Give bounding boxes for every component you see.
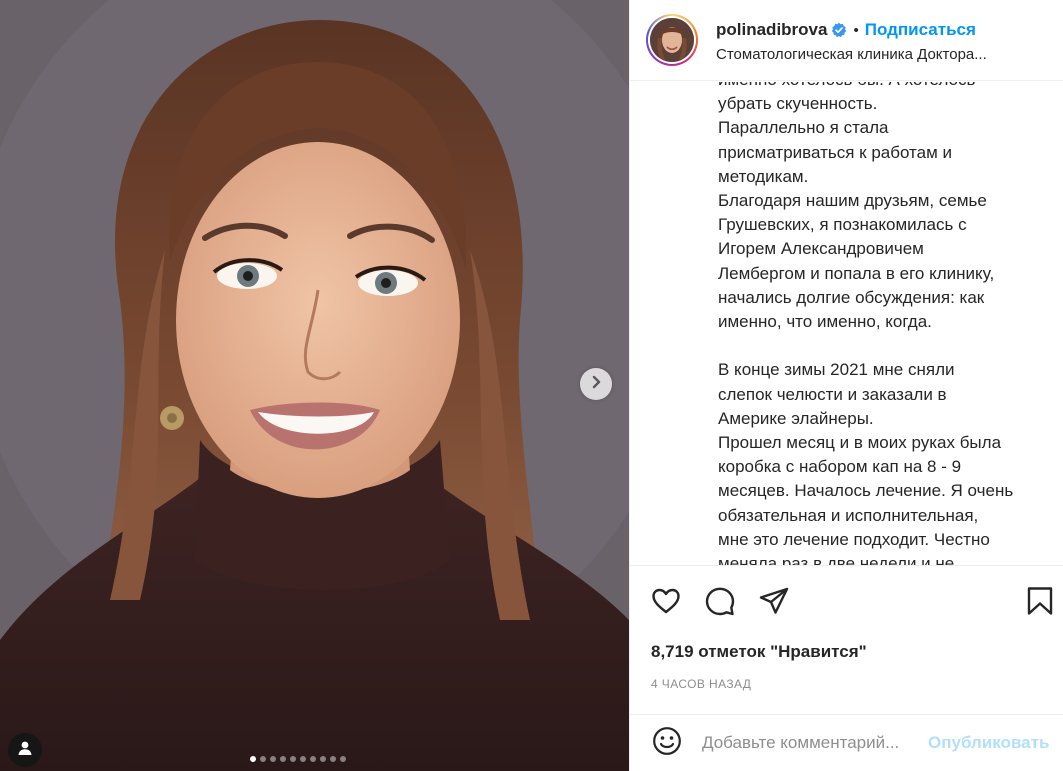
tagged-users-button[interactable] xyxy=(8,733,42,767)
carousel-dot xyxy=(320,756,326,762)
portrait-photo xyxy=(0,0,629,771)
username-link[interactable]: polinadibrova xyxy=(716,20,827,40)
post-header: polinadibrova • Подписаться Стоматологич… xyxy=(630,0,1063,81)
carousel-indicator xyxy=(250,756,346,762)
carousel-dot xyxy=(300,756,306,762)
post-timestamp[interactable]: 4 часов назад xyxy=(651,677,751,691)
carousel-dot xyxy=(270,756,276,762)
add-comment-bar: Опубликовать xyxy=(630,714,1063,771)
send-icon xyxy=(758,585,790,622)
avatar[interactable] xyxy=(646,14,698,66)
carousel-dot xyxy=(340,756,346,762)
publish-button[interactable]: Опубликовать xyxy=(928,733,1049,753)
emoji-button[interactable] xyxy=(650,726,684,760)
carousel-dot xyxy=(250,756,256,762)
comment-icon xyxy=(704,585,736,622)
comment-button[interactable] xyxy=(703,586,737,620)
separator-bullet: • xyxy=(853,21,859,39)
bookmark-icon xyxy=(1025,585,1055,622)
likes-count[interactable]: 8,719 отметок "Нравится" xyxy=(651,642,867,662)
carousel-dot xyxy=(310,756,316,762)
carousel-dot xyxy=(280,756,286,762)
save-button[interactable] xyxy=(1023,586,1057,620)
carousel-dot xyxy=(330,756,336,762)
post-caption: именно хотелось бы. А хотелось убрать ск… xyxy=(718,82,1014,566)
post-actions xyxy=(630,578,1063,626)
user-icon xyxy=(17,740,33,761)
share-button[interactable] xyxy=(757,586,791,620)
emoji-icon xyxy=(652,726,682,761)
carousel-dot xyxy=(290,756,296,762)
next-photo-button[interactable] xyxy=(580,368,612,400)
verified-badge-icon xyxy=(831,22,847,38)
follow-button[interactable]: Подписаться xyxy=(865,20,976,40)
comment-input[interactable] xyxy=(702,733,922,753)
chevron-right-icon xyxy=(589,375,603,394)
post-media[interactable] xyxy=(0,0,629,771)
location-link[interactable]: Стоматологическая клиника Доктора... xyxy=(716,46,1016,63)
like-button[interactable] xyxy=(649,586,683,620)
heart-icon xyxy=(650,585,682,622)
comments-scroll-area[interactable]: именно хотелось бы. А хотелось убрать ск… xyxy=(630,82,1063,566)
post-side-panel: polinadibrova • Подписаться Стоматологич… xyxy=(629,0,1063,771)
carousel-dot xyxy=(260,756,266,762)
